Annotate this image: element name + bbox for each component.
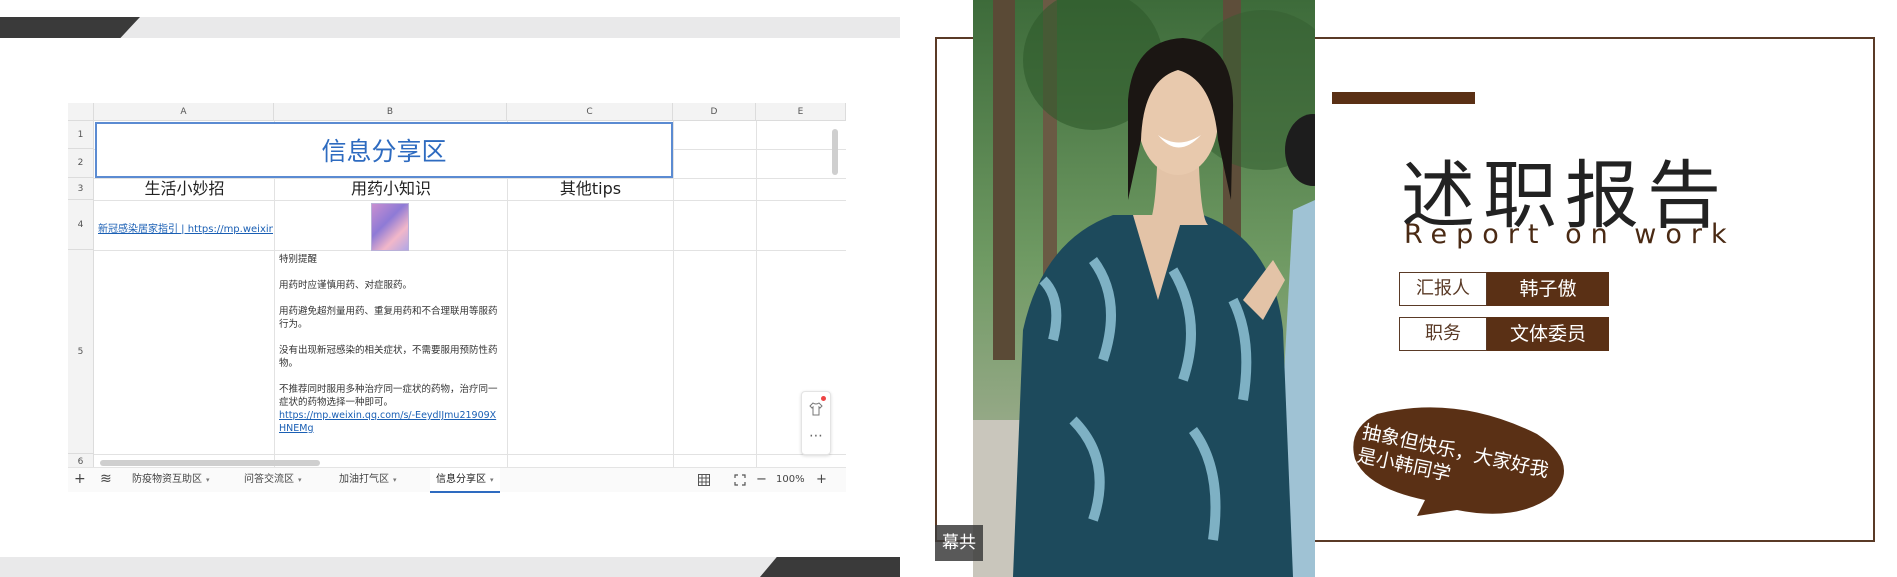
top-decor-dark (0, 17, 140, 38)
position-label: 职务 (1399, 317, 1487, 351)
chevron-down-icon: ▾ (393, 476, 397, 484)
accent-bar (1332, 92, 1475, 104)
sheet-tab-label: 问答交流区 (244, 474, 294, 485)
notes-paragraph-3: 没有出现新冠感染的相关症状，不需要服用预防性药物。 (279, 345, 498, 369)
grid-line (673, 121, 674, 471)
report-slide: 幕共享 述职报告 Report on work 汇报人 韩子傲 职务 文体委员 … (935, 0, 1897, 577)
chevron-down-icon: ▾ (490, 476, 494, 484)
notes-heading: 特别提醒 (279, 254, 318, 265)
cell-b3[interactable]: 用药小知识 (275, 178, 507, 200)
col-header-c[interactable]: C (507, 103, 673, 121)
col-header-a[interactable]: A (94, 103, 274, 121)
sheet-tab-label: 加油打气区 (339, 474, 389, 485)
zoom-out-button[interactable]: − (756, 468, 767, 491)
cell-b5-notes[interactable]: 特别提醒 用药时应谨慎用药、对症服药。 用药避免超剂量用药、重复用药和不合理联用… (279, 253, 503, 453)
col-header-d[interactable]: D (673, 103, 756, 121)
notes-paragraph-2: 用药避免超剂量用药、重复用药和不合理联用等服药行为。 (279, 306, 498, 330)
grid-line (94, 454, 846, 455)
bottom-decor-dark (760, 557, 900, 577)
row-header-4[interactable]: 4 (68, 200, 94, 250)
zoom-level: 100% (776, 474, 805, 485)
zoom-in-button[interactable]: + (816, 468, 827, 491)
image-thumbnail[interactable] (371, 203, 409, 251)
reporter-label: 汇报人 (1399, 272, 1487, 306)
vertical-scrollbar[interactable] (832, 129, 838, 175)
row-header-1[interactable]: 1 (68, 121, 94, 149)
reporter-row: 汇报人 韩子傲 (1399, 272, 1609, 306)
title-cell[interactable]: 信息分享区 (95, 122, 673, 178)
sheet-tab-2[interactable]: 问答交流区 ▾ (238, 468, 308, 491)
sheet-tab-3[interactable]: 加油打气区 ▾ (333, 468, 403, 491)
spreadsheet-slide: A B C D E 1 2 3 4 5 6 信息分享区 生活小妙招 用药小知识 … (0, 0, 900, 577)
sheet-tab-4[interactable]: 信息分享区 ▾ (430, 468, 500, 493)
row-header-3[interactable]: 3 (68, 178, 94, 200)
horizontal-scrollbar[interactable] (100, 460, 320, 466)
row-header-5[interactable]: 5 (68, 250, 94, 454)
notes-link[interactable]: https://mp.weixin.qq.com/s/-EeydIJmu2190… (279, 410, 496, 434)
cell-a3[interactable]: 生活小妙招 (95, 178, 274, 200)
grid-line (94, 200, 846, 201)
shirt-icon[interactable] (809, 402, 823, 416)
screen-share-badge: 幕共享 (935, 525, 983, 577)
cell-a4-link[interactable]: 新冠感染居家指引 | https://mp.weixin.qq (98, 220, 273, 234)
cell-b4-thumbnail[interactable] (371, 203, 409, 251)
chevron-down-icon: ▾ (206, 476, 210, 484)
more-icon[interactable]: ⋯ (802, 428, 830, 444)
sheet-tab-label: 防疫物资互助区 (132, 474, 202, 485)
col-header-e[interactable]: E (756, 103, 846, 121)
grid-view-icon[interactable] (698, 474, 710, 486)
report-subtitle: Report on work (1404, 219, 1736, 250)
sheet-list-icon[interactable]: ≋ (100, 471, 112, 487)
sheet-tab-bar: + ≋ 防疫物资互助区 ▾ 问答交流区 ▾ 加油打气区 ▾ 信息分享区 ▾ − 100%… (68, 467, 846, 493)
position-row: 职务 文体委员 (1399, 317, 1609, 351)
add-sheet-icon[interactable]: + (74, 471, 86, 487)
grid-line (94, 250, 846, 251)
cell-c3[interactable]: 其他tips (508, 178, 673, 200)
select-all-corner[interactable] (68, 103, 94, 121)
spreadsheet-grid[interactable]: A B C D E 1 2 3 4 5 6 信息分享区 生活小妙招 用药小知识 … (68, 103, 846, 495)
notes-paragraph-4: 不推荐同时服用多种治疗同一症状的药物，治疗同一症状的药物选择一种即可。 (279, 384, 498, 408)
portrait-photo (973, 0, 1315, 577)
chevron-down-icon: ▾ (298, 476, 302, 484)
grid-line (756, 121, 757, 471)
notification-dot (821, 396, 826, 401)
sheet-tab-1[interactable]: 防疫物资互助区 ▾ (126, 468, 216, 491)
col-header-b[interactable]: B (274, 103, 507, 121)
reporter-value: 韩子傲 (1487, 272, 1609, 306)
position-value: 文体委员 (1487, 317, 1609, 351)
fullscreen-icon[interactable] (734, 474, 746, 486)
notes-paragraph-1: 用药时应谨慎用药、对症服药。 (279, 280, 413, 291)
row-header-2[interactable]: 2 (68, 149, 94, 178)
floating-toolbar[interactable]: ⋯ (801, 391, 831, 455)
sheet-tab-label: 信息分享区 (436, 474, 486, 485)
